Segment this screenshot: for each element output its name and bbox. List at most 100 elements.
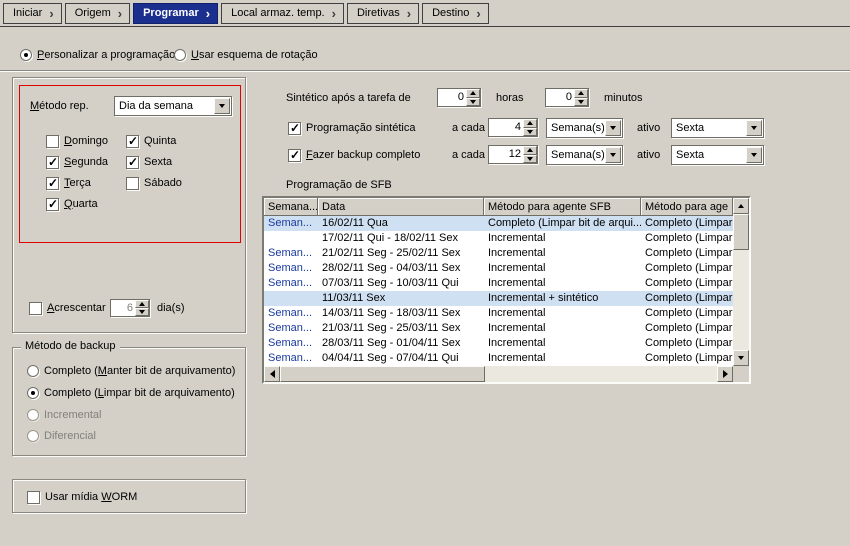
- spin-down-icon[interactable]: [135, 308, 149, 316]
- synthetic-schedule-row[interactable]: Programação sintética: [288, 121, 415, 135]
- col-header-metodo-agente[interactable]: Método para age: [641, 198, 733, 216]
- tab-destino[interactable]: Destino ›: [422, 3, 489, 24]
- cell-week: Seman...: [264, 216, 318, 231]
- radio-selected-icon[interactable]: [20, 49, 32, 61]
- scroll-down-icon[interactable]: [733, 350, 749, 366]
- radio-completo-limpar[interactable]: Completo (Limpar bit de arquivamento): [27, 386, 235, 400]
- dropdown-arrow-icon[interactable]: [746, 120, 762, 136]
- checkbox-terca[interactable]: [46, 177, 59, 190]
- add-days-spinner[interactable]: 6: [110, 299, 150, 317]
- radio-unselected-icon[interactable]: [174, 49, 186, 61]
- dropdown-arrow-icon[interactable]: [605, 120, 621, 136]
- weekday-domingo[interactable]: Domingo: [46, 134, 108, 148]
- cell-method2: Completo (Limpar: [641, 306, 733, 321]
- spin-up-icon[interactable]: [523, 119, 537, 128]
- table-row[interactable]: 11/03/11 Sex Incremental + sintético Com…: [264, 291, 733, 306]
- table-row[interactable]: Seman... 28/03/11 Seg - 01/04/11 Sex Inc…: [264, 336, 733, 351]
- checkbox-sabado[interactable]: [126, 177, 139, 190]
- repeat-method-select[interactable]: Dia da semana: [114, 96, 232, 116]
- worm-checkbox-row[interactable]: Usar mídia WORM: [27, 490, 137, 504]
- scroll-up-icon[interactable]: [733, 198, 749, 214]
- checkbox-fazer-backup-completo[interactable]: [288, 149, 301, 162]
- minutes-value[interactable]: 0: [546, 89, 574, 106]
- table-row[interactable]: Seman... 21/02/11 Seg - 25/02/11 Sex Inc…: [264, 246, 733, 261]
- minutes-spinner[interactable]: 0: [545, 88, 589, 107]
- table-row[interactable]: Seman... 28/02/11 Seg - 04/03/11 Sex Inc…: [264, 261, 733, 276]
- hours-value[interactable]: 0: [438, 89, 466, 106]
- weekday-sabado[interactable]: Sábado: [126, 176, 182, 190]
- chevron-right-icon: ›: [118, 7, 122, 20]
- checkbox-segunda[interactable]: [46, 156, 59, 169]
- radio-label: Completo (Limpar bit de arquivamento): [44, 387, 235, 399]
- table-row[interactable]: Seman... 04/04/11 Seg - 07/04/11 Qui Inc…: [264, 351, 733, 366]
- weekday-segunda[interactable]: Segunda: [46, 155, 108, 169]
- synthetic-interval-value[interactable]: 4: [489, 119, 523, 136]
- chevron-right-icon: ›: [332, 7, 336, 20]
- dropdown-arrow-icon[interactable]: [746, 147, 762, 163]
- synthetic-interval-spinner[interactable]: 4: [488, 118, 538, 137]
- horizontal-scrollbar[interactable]: [264, 366, 733, 382]
- checkbox-worm[interactable]: [27, 491, 40, 504]
- col-header-data[interactable]: Data: [318, 198, 484, 216]
- hours-spinner[interactable]: 0: [437, 88, 481, 107]
- table-row[interactable]: Seman... 21/03/11 Seg - 25/03/11 Sex Inc…: [264, 321, 733, 336]
- tab-programar[interactable]: Programar ›: [133, 3, 218, 24]
- checkbox-sexta[interactable]: [126, 156, 139, 169]
- tab-diretivas[interactable]: Diretivas ›: [347, 3, 419, 24]
- radio-completo-manter[interactable]: Completo (Manter bit de arquivamento): [27, 364, 235, 378]
- weekday-quarta[interactable]: Quarta: [46, 197, 98, 211]
- spin-down-icon[interactable]: [523, 128, 537, 137]
- weekday-terca[interactable]: Terça: [46, 176, 91, 190]
- radio-selected-icon[interactable]: [27, 387, 39, 399]
- checkbox-quinta[interactable]: [126, 135, 139, 148]
- scroll-left-icon[interactable]: [264, 366, 280, 382]
- vertical-scroll-thumb[interactable]: [733, 214, 749, 250]
- weekday-quinta[interactable]: Quinta: [126, 134, 176, 148]
- spin-down-icon[interactable]: [574, 98, 588, 107]
- checkbox-quarta[interactable]: [46, 198, 59, 211]
- spin-up-icon[interactable]: [574, 89, 588, 98]
- spin-up-icon[interactable]: [466, 89, 480, 98]
- tab-local-armaz-temp[interactable]: Local armaz. temp. ›: [221, 3, 344, 24]
- synthetic-day-select[interactable]: Sexta: [671, 118, 764, 138]
- tab-iniciar[interactable]: Iniciar ›: [3, 3, 62, 24]
- synthetic-unit-select[interactable]: Semana(s): [546, 118, 623, 138]
- tab-origem[interactable]: Origem ›: [65, 3, 130, 24]
- radio-usar-esquema-rotacao[interactable]: Usar esquema de rotação: [174, 48, 318, 62]
- repeat-method-label: Método rep.: [30, 100, 89, 113]
- add-days-value[interactable]: 6: [111, 300, 135, 316]
- full-unit-select[interactable]: Semana(s): [546, 145, 623, 165]
- vertical-scrollbar[interactable]: [733, 198, 749, 366]
- dropdown-arrow-icon[interactable]: [605, 147, 621, 163]
- table-row[interactable]: Seman... 07/03/11 Seg - 10/03/11 Qui Inc…: [264, 276, 733, 291]
- checkbox-acrescentar[interactable]: [29, 302, 42, 315]
- every-label: a cada: [452, 149, 485, 162]
- radio-label: Diferencial: [44, 430, 96, 442]
- table-row[interactable]: Seman... 16/02/11 Qua Completo (Limpar b…: [264, 216, 733, 231]
- table-row[interactable]: 17/02/11 Qui - 18/02/11 Sex Incremental …: [264, 231, 733, 246]
- full-backup-row[interactable]: Fazer backup completo: [288, 148, 420, 162]
- radio-personalizar-programacao[interactable]: Personalizar a programação: [20, 48, 175, 62]
- checkbox-domingo[interactable]: [46, 135, 59, 148]
- spin-down-icon[interactable]: [523, 155, 537, 164]
- spin-down-icon[interactable]: [466, 98, 480, 107]
- add-days-checkbox-row[interactable]: Acrescentar: [29, 301, 106, 315]
- full-interval-spinner[interactable]: 12: [488, 145, 538, 164]
- spin-up-icon[interactable]: [135, 300, 149, 308]
- active-label: ativo: [637, 122, 660, 135]
- weekday-sexta[interactable]: Sexta: [126, 155, 172, 169]
- dropdown-arrow-icon[interactable]: [214, 98, 230, 114]
- table-row[interactable]: Seman... 14/03/11 Seg - 18/03/11 Sex Inc…: [264, 306, 733, 321]
- checkbox-programacao-sintetica[interactable]: [288, 122, 301, 135]
- full-day-select[interactable]: Sexta: [671, 145, 764, 165]
- scroll-right-icon[interactable]: [717, 366, 733, 382]
- wizard-tabbar: Iniciar › Origem › Programar › Local arm…: [0, 0, 850, 27]
- radio-unselected-icon[interactable]: [27, 365, 39, 377]
- repeat-method-panel: Método rep. Dia da semana Domingo Segund…: [19, 85, 241, 243]
- synthetic-after-label: Sintético após a tarefa de: [286, 92, 411, 105]
- spin-up-icon[interactable]: [523, 146, 537, 155]
- horizontal-scroll-thumb[interactable]: [280, 366, 485, 382]
- col-header-metodo-sfb[interactable]: Método para agente SFB: [484, 198, 641, 216]
- col-header-semana[interactable]: Semana...: [264, 198, 318, 216]
- full-interval-value[interactable]: 12: [489, 146, 523, 163]
